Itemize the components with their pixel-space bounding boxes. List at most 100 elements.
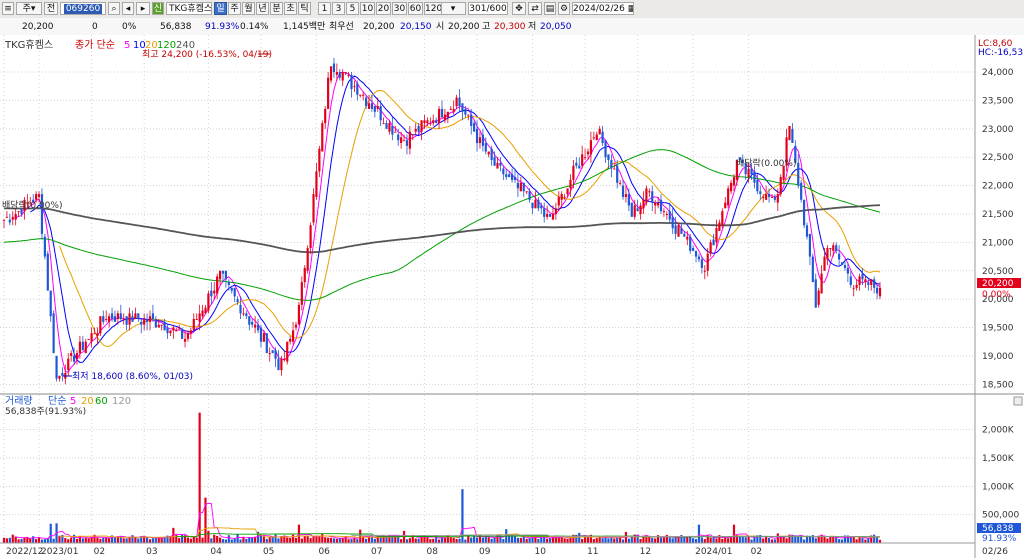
volume-bar bbox=[432, 538, 435, 543]
volume-bar bbox=[835, 537, 838, 543]
volume-bar bbox=[125, 538, 128, 543]
candle-body bbox=[335, 72, 338, 75]
search-icon[interactable]: ⌕ bbox=[108, 2, 120, 15]
period-button-3[interactable]: 년 bbox=[256, 2, 269, 15]
x-tick-label: 08 bbox=[426, 547, 438, 557]
candle-body bbox=[99, 316, 102, 334]
count-field[interactable]: 301/600 bbox=[468, 2, 508, 15]
candle-body bbox=[17, 211, 20, 213]
interval-button-1[interactable]: 1 bbox=[318, 2, 331, 15]
candle-body bbox=[516, 182, 520, 189]
candle-body bbox=[575, 162, 578, 166]
candle-body bbox=[750, 168, 753, 175]
candle-body bbox=[680, 228, 683, 234]
period-button-1[interactable]: 주 bbox=[228, 2, 241, 15]
candle-body bbox=[11, 216, 14, 220]
settings-icon[interactable]: ⚙ bbox=[558, 2, 570, 15]
volume-bar bbox=[52, 538, 55, 543]
volume-bar bbox=[265, 538, 268, 543]
volume-bar bbox=[557, 537, 560, 543]
candle-body bbox=[875, 287, 879, 294]
candle-body bbox=[353, 86, 356, 88]
market-select[interactable]: 주▾ bbox=[16, 2, 42, 15]
interval-button-10[interactable]: 10 bbox=[360, 2, 375, 15]
dividend-annotation-left: 배당락(0.00%) bbox=[2, 199, 62, 211]
volume-bar bbox=[516, 537, 520, 543]
price-tick-label: 23,000 bbox=[982, 125, 1014, 135]
period-button-0[interactable]: 일 bbox=[214, 2, 227, 15]
volume-bar bbox=[548, 538, 552, 543]
volume-bar bbox=[414, 538, 417, 543]
volume-bar bbox=[522, 536, 525, 543]
nav-arrows-icon[interactable]: ▸ bbox=[136, 2, 150, 15]
candle-body bbox=[534, 199, 537, 209]
chart-title[interactable]: TKG휴켐스 bbox=[4, 39, 53, 51]
stock-chart[interactable]: TKG휴켐스 종가 단순 5 10 20 120 240 LC:8,60 HC:… bbox=[0, 35, 1024, 558]
candle-body bbox=[467, 114, 470, 116]
stock-code-input[interactable]: 069260 bbox=[60, 2, 106, 15]
volume-bar bbox=[546, 538, 549, 543]
candle-body bbox=[870, 279, 873, 285]
volume-bar bbox=[767, 537, 771, 543]
volume-bar bbox=[353, 537, 356, 543]
volume-bar bbox=[729, 537, 733, 543]
period-button-5[interactable]: 초 bbox=[284, 2, 297, 15]
candle-body bbox=[508, 174, 511, 178]
interval-button-3[interactable]: 3 bbox=[332, 2, 345, 15]
interval-dropdown[interactable]: ▾ bbox=[440, 2, 466, 15]
volume-bar bbox=[443, 538, 447, 543]
volume-bar bbox=[458, 538, 461, 543]
period-button-2[interactable]: 월 bbox=[242, 2, 255, 15]
candle-body bbox=[817, 290, 820, 305]
x-tick-label: 07 bbox=[371, 547, 382, 557]
candle-body bbox=[864, 279, 867, 283]
candle-body bbox=[665, 213, 668, 215]
zoom-icon[interactable]: ✥ bbox=[512, 2, 526, 15]
volume-bar bbox=[268, 537, 271, 543]
candle-body bbox=[452, 108, 455, 112]
volume-bar bbox=[741, 536, 744, 543]
volume-bar bbox=[315, 535, 318, 543]
volume-bar bbox=[300, 538, 303, 543]
interval-button-120[interactable]: 120 bbox=[424, 2, 442, 15]
interval-button-60[interactable]: 60 bbox=[408, 2, 423, 15]
candle-body bbox=[251, 321, 254, 325]
candle-body bbox=[201, 310, 204, 317]
candle-body bbox=[426, 120, 429, 124]
volume-bar bbox=[192, 536, 195, 543]
volume-bar bbox=[408, 538, 411, 543]
open-label: 시 bbox=[436, 22, 445, 32]
scroll-up-icon[interactable] bbox=[1013, 396, 1023, 406]
high-annotation: 최고 24,200 (-16.53%, 04/19) bbox=[142, 49, 272, 60]
candle-body bbox=[291, 330, 295, 342]
volume-bar bbox=[659, 537, 663, 543]
candle-body bbox=[624, 194, 628, 197]
candle-body bbox=[134, 313, 137, 320]
volume-bar bbox=[400, 539, 403, 543]
volume-bar bbox=[481, 537, 484, 543]
volume-bar bbox=[595, 538, 598, 543]
interval-button-20[interactable]: 20 bbox=[376, 2, 391, 15]
volume-bar bbox=[814, 538, 817, 543]
date-field[interactable]: 2024/02/26 ▦ bbox=[572, 2, 634, 15]
period-button-6[interactable]: 틱 bbox=[298, 2, 311, 15]
arrows-icon[interactable]: ⇄ bbox=[528, 2, 542, 15]
candle-body bbox=[729, 182, 733, 192]
candle-body bbox=[216, 276, 219, 294]
interval-button-30[interactable]: 30 bbox=[392, 2, 407, 15]
volume-bar bbox=[35, 539, 38, 543]
sound-icon[interactable]: ◂ bbox=[122, 2, 134, 15]
interval-button-5[interactable]: 5 bbox=[346, 2, 359, 15]
candle-body bbox=[779, 177, 782, 195]
candle-body bbox=[543, 208, 546, 217]
code-type-label[interactable]: 전 bbox=[44, 2, 58, 15]
stock-name-field[interactable]: TKG휴켐스 bbox=[166, 2, 212, 15]
save-icon[interactable]: ▤ bbox=[544, 2, 556, 15]
period-button-4[interactable]: 분 bbox=[270, 2, 283, 15]
price-tick-label: 19,500 bbox=[982, 324, 1014, 334]
volume-bar bbox=[607, 538, 610, 543]
menu-icon[interactable]: ≡ bbox=[2, 2, 14, 15]
candle-body bbox=[163, 321, 166, 331]
candle-body bbox=[402, 140, 406, 142]
volume-bar bbox=[855, 539, 858, 543]
